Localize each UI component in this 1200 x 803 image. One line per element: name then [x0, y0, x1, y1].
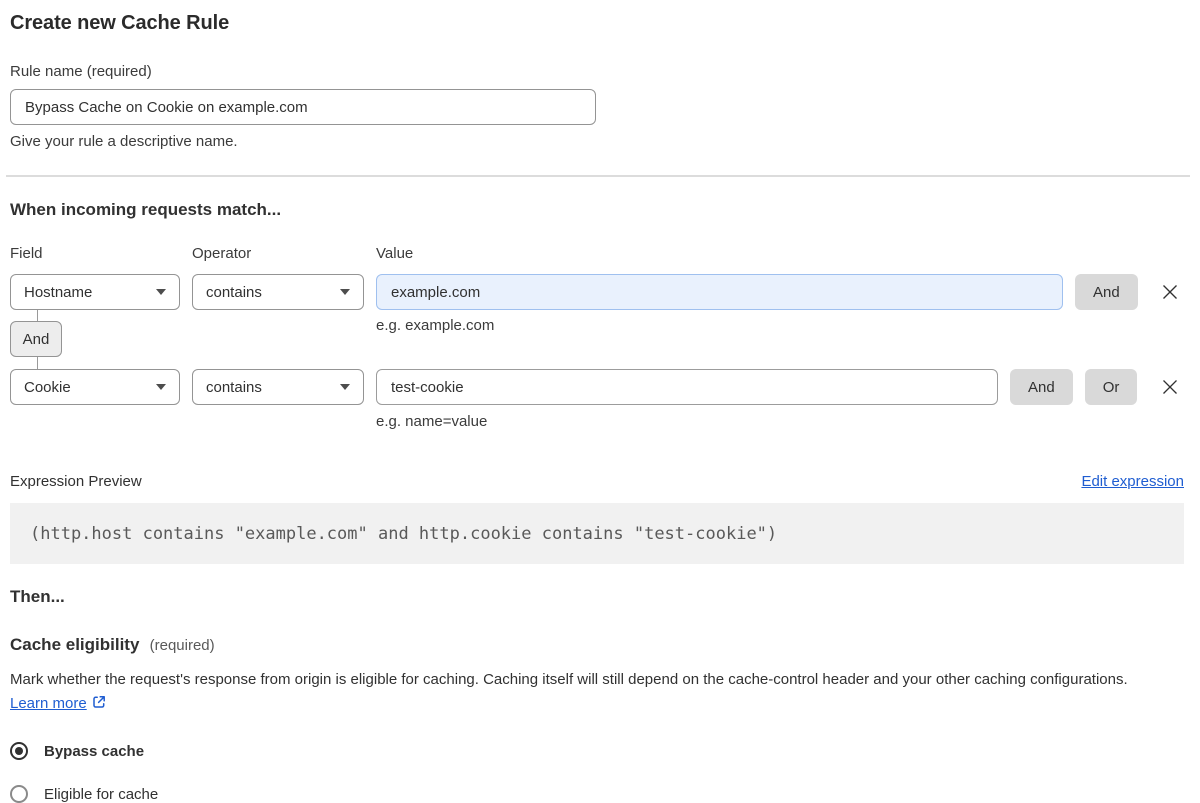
expression-preview-label: Expression Preview — [10, 473, 142, 490]
connector-and-button[interactable]: And — [10, 321, 62, 357]
and-button-row-2[interactable]: And — [1010, 369, 1073, 405]
chevron-down-icon — [156, 289, 166, 295]
radio-dot — [15, 747, 23, 755]
column-label-value: Value — [376, 245, 414, 262]
and-button-row-1[interactable]: And — [1075, 274, 1138, 310]
description-text: Mark whether the request's response from… — [10, 671, 1128, 688]
value-input-1[interactable] — [376, 274, 1063, 310]
condition-row-1: Hostname contains And — [10, 274, 1184, 310]
operator-select-1-value: contains — [206, 283, 262, 301]
chevron-down-icon — [340, 289, 350, 295]
chevron-down-icon — [156, 384, 166, 390]
value-hint-2: e.g. name=value — [376, 413, 488, 430]
required-note: (required) — [149, 637, 215, 654]
operator-select-1[interactable]: contains — [192, 274, 364, 310]
radio-button[interactable] — [10, 785, 28, 803]
or-button-row-2[interactable]: Or — [1084, 369, 1138, 405]
external-link-icon — [91, 696, 107, 714]
edit-expression-link[interactable]: Edit expression — [1081, 473, 1184, 490]
expression-code: (http.host contains "example.com" and ht… — [10, 503, 1184, 564]
then-heading: Then... — [10, 587, 65, 606]
learn-more-link[interactable]: Learn more — [10, 695, 87, 712]
condition-connector-area: And e.g. example.com — [10, 310, 1184, 369]
cache-eligibility-title: Cache eligibility — [10, 635, 140, 654]
radio-label-eligible-for-cache: Eligible for cache — [44, 785, 159, 803]
rule-name-label: Rule name (required) — [10, 63, 152, 80]
radio-option-eligible-for-cache[interactable]: Eligible for cache — [10, 785, 1184, 803]
radio-dot — [15, 790, 23, 798]
radio-button[interactable] — [10, 742, 28, 760]
field-select-1-value: Hostname — [24, 283, 93, 301]
field-select-1[interactable]: Hostname — [10, 274, 180, 310]
value-hint-1: e.g. example.com — [376, 317, 495, 334]
column-label-field: Field — [10, 245, 43, 262]
page-title: Create new Cache Rule — [10, 12, 230, 34]
expression-preview-header: Expression Preview Edit expression — [10, 473, 1184, 490]
cache-eligibility-heading: Cache eligibility (required) — [10, 635, 1184, 655]
radio-option-bypass-cache[interactable]: Bypass cache — [10, 742, 1184, 760]
field-select-2[interactable]: Cookie — [10, 369, 180, 405]
cache-eligibility-description: Mark whether the request's response from… — [10, 668, 1170, 718]
field-select-2-value: Cookie — [24, 378, 71, 396]
radio-label-bypass-cache: Bypass cache — [44, 742, 145, 760]
match-heading: When incoming requests match... — [10, 200, 282, 219]
rule-name-helper: Give your rule a descriptive name. — [10, 133, 238, 150]
chevron-down-icon — [340, 384, 350, 390]
column-label-operator: Operator — [192, 245, 252, 262]
value-input-2[interactable] — [376, 369, 998, 405]
condition-row-2: Cookie contains And Or — [10, 369, 1184, 405]
section-divider — [6, 175, 1190, 177]
operator-select-2[interactable]: contains — [192, 369, 364, 405]
rule-name-input[interactable] — [10, 89, 596, 125]
condition-column-labels: Field Operator Value — [10, 245, 1184, 262]
remove-condition-1-icon[interactable] — [1160, 282, 1180, 302]
remove-condition-2-icon[interactable] — [1160, 377, 1180, 397]
create-cache-rule-page: Create new Cache Rule Rule name (require… — [0, 0, 1200, 803]
operator-select-2-value: contains — [206, 378, 262, 396]
